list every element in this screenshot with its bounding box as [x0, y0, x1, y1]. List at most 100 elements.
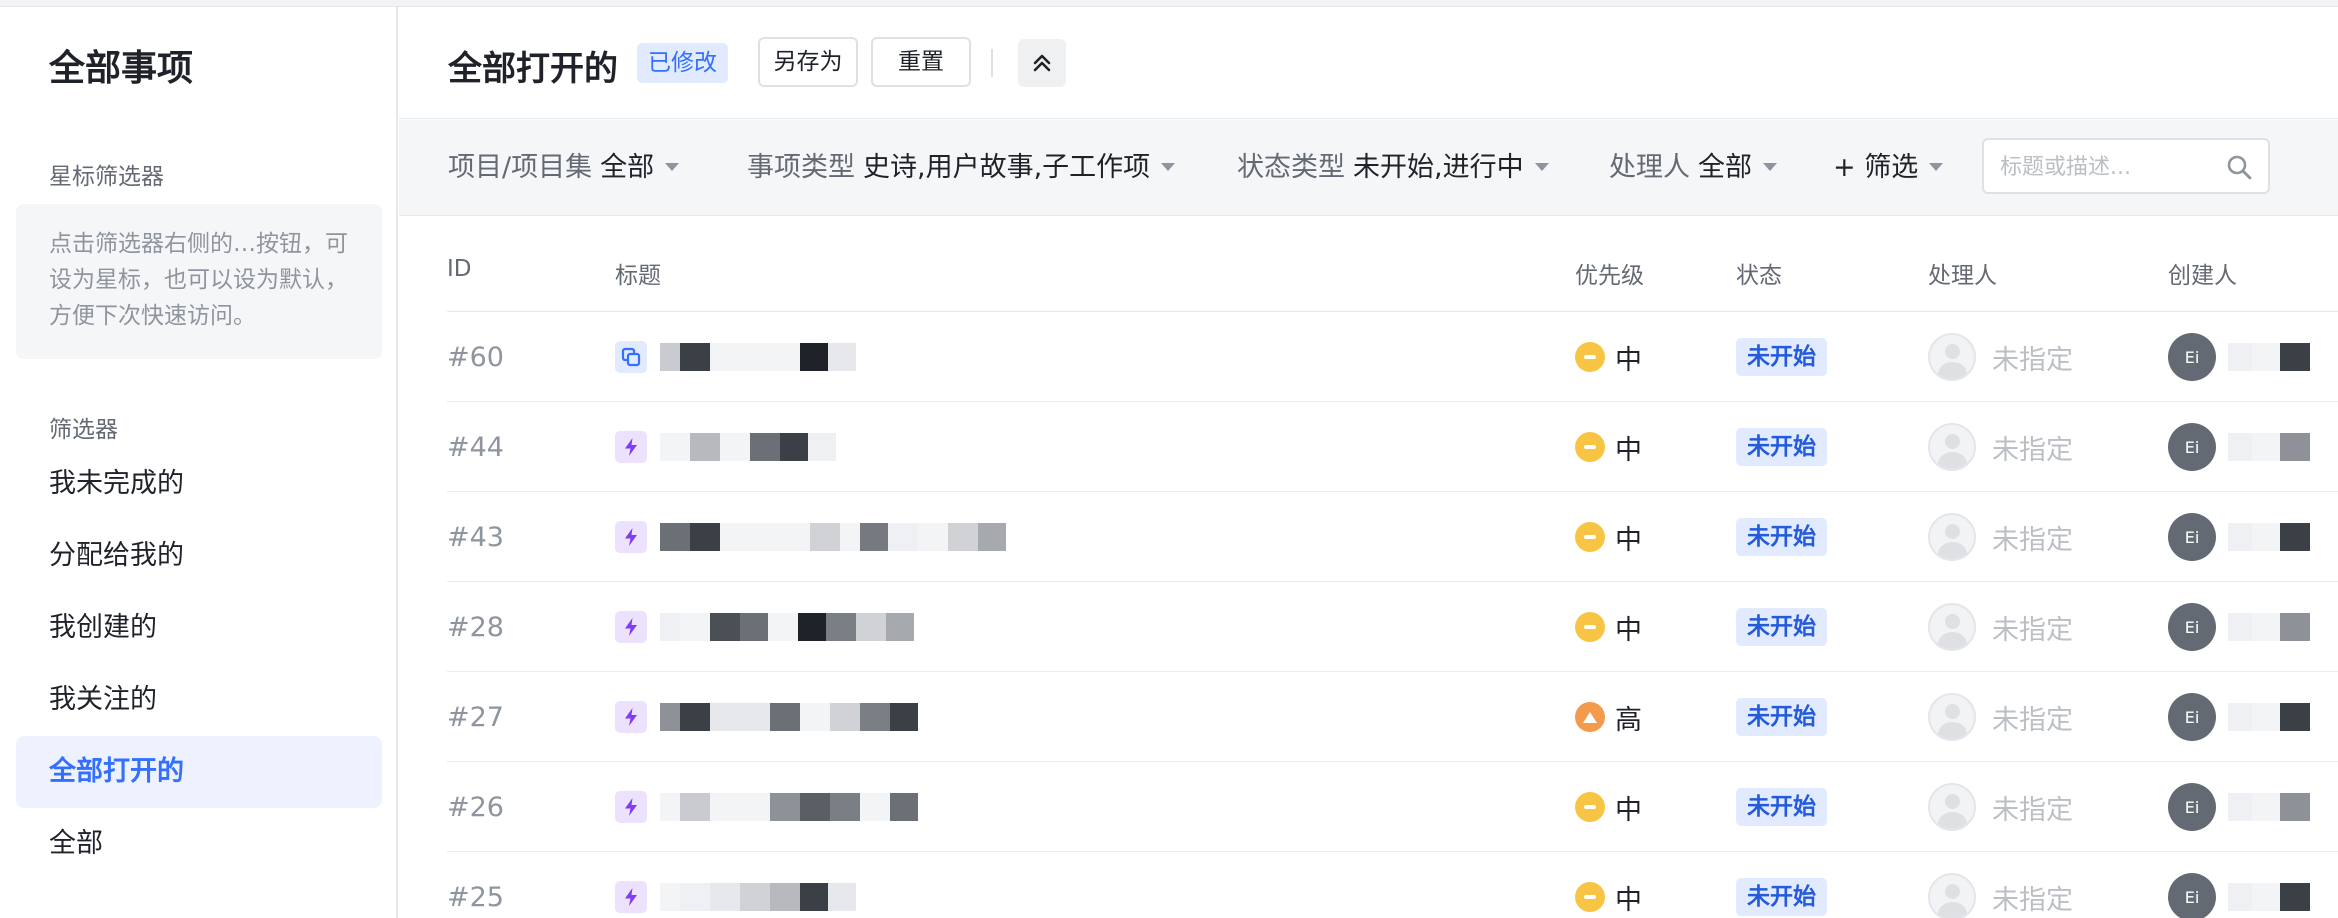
status-badge[interactable]: 未开始	[1736, 608, 1827, 646]
issue-id[interactable]: #44	[447, 402, 504, 492]
column-assignee[interactable]: 处理人	[1928, 256, 1997, 290]
issue-id[interactable]: #25	[447, 852, 504, 918]
sidebar-item-assigned-to-me[interactable]: 分配给我的	[16, 520, 382, 592]
priority-label: 中	[1615, 344, 1642, 376]
assignee-name: 未指定	[1992, 614, 2073, 646]
assignee-cell[interactable]: 未指定	[1928, 492, 2073, 582]
caret-down-icon	[665, 162, 680, 171]
creator-cell[interactable]: Ei	[2168, 312, 2310, 402]
empty-avatar-icon	[1928, 423, 1976, 471]
sidebar-item-my-unfinished[interactable]: 我未完成的	[16, 448, 382, 520]
priority-cell[interactable]: 中	[1575, 762, 1642, 852]
issue-title-redacted[interactable]	[660, 762, 918, 852]
assignee-name: 未指定	[1992, 884, 2073, 916]
priority-medium-icon	[1575, 882, 1605, 912]
issue-type-filter[interactable]: 事项类型 史诗,用户故事,子工作项	[747, 148, 1176, 188]
priority-cell[interactable]: 中	[1575, 402, 1642, 492]
epic-icon	[615, 341, 647, 373]
issue-title-redacted[interactable]	[660, 852, 856, 918]
issue-id[interactable]: #28	[447, 582, 504, 672]
priority-medium-icon	[1575, 342, 1605, 372]
issue-id[interactable]: #60	[447, 312, 504, 402]
status-badge[interactable]: 未开始	[1736, 878, 1827, 916]
creator-cell[interactable]: Ei	[2168, 852, 2310, 918]
search-box	[1982, 138, 2270, 194]
assignee-cell[interactable]: 未指定	[1928, 312, 2073, 402]
assignee-name: 未指定	[1992, 524, 2073, 556]
caret-down-icon	[1161, 162, 1176, 171]
priority-cell[interactable]: 中	[1575, 492, 1642, 582]
assignee-cell[interactable]: 未指定	[1928, 762, 2073, 852]
assignee-name: 未指定	[1992, 704, 2073, 736]
sidebar-item-created-by-me[interactable]: 我创建的	[16, 592, 382, 664]
creator-cell[interactable]: Ei	[2168, 582, 2310, 672]
assignee-filter[interactable]: 处理人 全部	[1609, 148, 1777, 188]
column-priority[interactable]: 优先级	[1575, 256, 1644, 290]
header-divider	[991, 49, 993, 77]
column-id[interactable]: ID	[447, 256, 472, 282]
issue-title-redacted[interactable]	[660, 312, 856, 402]
issue-title-redacted[interactable]	[660, 402, 836, 492]
assignee-cell[interactable]: 未指定	[1928, 402, 2073, 492]
status-badge[interactable]: 未开始	[1736, 428, 1827, 466]
priority-cell[interactable]: 高	[1575, 672, 1642, 762]
empty-avatar-icon	[1928, 513, 1976, 561]
column-status[interactable]: 状态	[1736, 256, 1782, 290]
avatar: Ei	[2168, 693, 2216, 741]
assignee-cell[interactable]: 未指定	[1928, 672, 2073, 762]
issue-title-redacted[interactable]	[660, 492, 1006, 582]
status-type-filter[interactable]: 状态类型 未开始,进行中	[1237, 148, 1549, 188]
status-badge[interactable]: 未开始	[1736, 518, 1827, 556]
avatar: Ei	[2168, 603, 2216, 651]
table-row[interactable]: #25 中 未开始 未指定 Ei	[447, 852, 2338, 918]
column-title[interactable]: 标题	[615, 256, 661, 290]
story-icon	[615, 881, 647, 913]
empty-avatar-icon	[1928, 693, 1976, 741]
issue-id[interactable]: #26	[447, 762, 504, 852]
sidebar: 全部事项 星标筛选器 点击筛选器右侧的…按钮，可设为星标，也可以设为默认，方便下…	[0, 7, 398, 918]
story-icon	[615, 791, 647, 823]
priority-cell[interactable]: 中	[1575, 582, 1642, 672]
priority-label: 高	[1615, 704, 1642, 736]
priority-cell[interactable]: 中	[1575, 852, 1642, 918]
sidebar-item-all[interactable]: 全部	[16, 808, 382, 880]
reset-button[interactable]: 重置	[871, 37, 971, 87]
status-badge[interactable]: 未开始	[1736, 338, 1827, 376]
assignee-cell[interactable]: 未指定	[1928, 852, 2073, 918]
story-icon	[615, 431, 647, 463]
sidebar-item-all-open[interactable]: 全部打开的	[16, 736, 382, 808]
creator-cell[interactable]: Ei	[2168, 402, 2310, 492]
assignee-cell[interactable]: 未指定	[1928, 582, 2073, 672]
creator-cell[interactable]: Ei	[2168, 672, 2310, 762]
table-row[interactable]: #27 高 未开始 未指定 Ei	[447, 672, 2338, 762]
status-badge[interactable]: 未开始	[1736, 788, 1827, 826]
column-creator[interactable]: 创建人	[2168, 256, 2237, 290]
story-icon	[615, 701, 647, 733]
caret-down-icon	[1929, 162, 1944, 171]
search-input[interactable]	[2000, 150, 2220, 184]
table-row[interactable]: #26 中 未开始 未指定 Ei	[447, 762, 2338, 852]
status-badge[interactable]: 未开始	[1736, 698, 1827, 736]
issue-title-redacted[interactable]	[660, 582, 914, 672]
modified-badge: 已修改	[637, 43, 728, 83]
search-icon[interactable]	[2226, 154, 2252, 180]
priority-medium-icon	[1575, 612, 1605, 642]
collapse-filters-button[interactable]	[1018, 39, 1066, 87]
issue-id[interactable]: #43	[447, 492, 504, 582]
creator-cell[interactable]: Ei	[2168, 762, 2310, 852]
table-row[interactable]: #60 中 未开始 未指定 Ei	[447, 312, 2338, 402]
issue-id[interactable]: #27	[447, 672, 504, 762]
table-row[interactable]: #43 中 未开始 未指定 Ei	[447, 492, 2338, 582]
priority-high-icon	[1575, 702, 1605, 732]
sidebar-item-followed[interactable]: 我关注的	[16, 664, 382, 736]
caret-down-icon	[1534, 162, 1549, 171]
add-filter-button[interactable]: + 筛选	[1833, 148, 1944, 188]
table-row[interactable]: #28 中 未开始 未指定 Ei	[447, 582, 2338, 672]
table-row[interactable]: #44 中 未开始 未指定 Ei	[447, 402, 2338, 492]
priority-cell[interactable]: 中	[1575, 312, 1642, 402]
issue-title-redacted[interactable]	[660, 672, 918, 762]
creator-cell[interactable]: Ei	[2168, 492, 2310, 582]
save-as-button[interactable]: 另存为	[758, 37, 858, 87]
project-filter[interactable]: 项目/项目集 全部	[448, 148, 680, 188]
assignee-name: 未指定	[1992, 794, 2073, 826]
